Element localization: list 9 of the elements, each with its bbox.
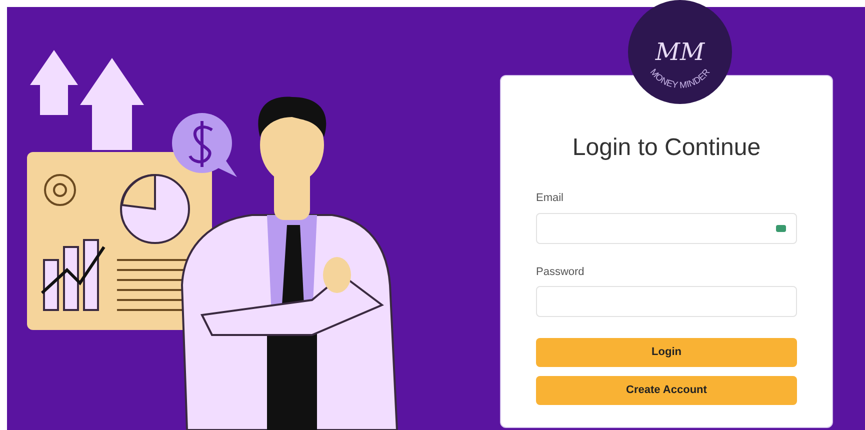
logo-monogram: MM <box>655 38 705 66</box>
login-title: Login to Continue <box>571 133 762 163</box>
password-field[interactable] <box>536 286 797 317</box>
field-label: Password <box>536 264 586 280</box>
autofill-icon <box>776 224 786 232</box>
email-field[interactable] <box>536 212 797 244</box>
field-label: Email <box>536 191 565 206</box>
create-account-button[interactable]: Create Account <box>536 376 797 405</box>
login-button[interactable]: Login <box>536 338 797 367</box>
